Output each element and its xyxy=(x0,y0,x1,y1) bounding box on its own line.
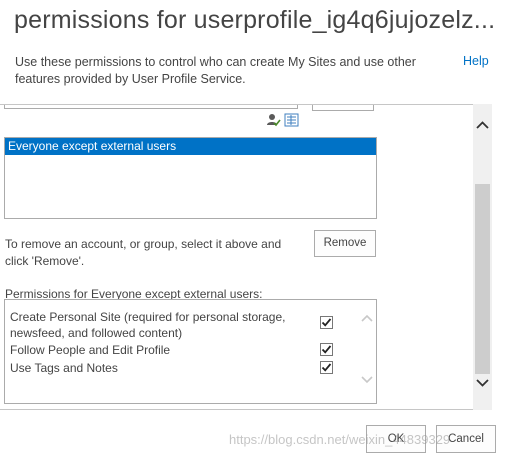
vertical-scrollbar[interactable] xyxy=(473,104,492,410)
permission-use-tags-label: Use Tags and Notes xyxy=(10,361,118,375)
group-item-everyone[interactable]: Everyone except external users xyxy=(5,138,376,155)
permission-follow-people-label: Follow People and Edit Profile xyxy=(10,343,171,357)
check-names-icon[interactable] xyxy=(267,114,281,127)
permission-use-tags-checkbox[interactable] xyxy=(320,361,333,374)
remove-button[interactable]: Remove xyxy=(314,230,376,257)
dialog-description: Use these permissions to control who can… xyxy=(15,55,416,86)
scroll-down-icon[interactable] xyxy=(473,376,492,390)
group-listbox[interactable]: Everyone except external users xyxy=(4,137,377,219)
permissions-list[interactable]: Create Personal Site (required for perso… xyxy=(4,299,377,404)
dialog-title: permissions for userprofile_ig4q6jujozel… xyxy=(14,6,496,34)
ok-button[interactable]: OK xyxy=(366,425,426,453)
permission-create-personal-site-checkbox[interactable] xyxy=(320,316,333,329)
dialog-scroll-area[interactable]: Everyone except external users To remove… xyxy=(0,104,492,410)
people-picker-input[interactable] xyxy=(4,105,298,109)
remove-instruction: To remove an account, or group, select i… xyxy=(5,237,282,268)
scroll-up-icon[interactable] xyxy=(473,118,492,132)
permission-follow-people-checkbox[interactable] xyxy=(320,343,333,356)
cancel-button[interactable]: Cancel xyxy=(436,425,496,453)
chevron-down-icon[interactable] xyxy=(360,375,374,385)
scrollbar-thumb[interactable] xyxy=(475,184,490,374)
add-button[interactable] xyxy=(312,105,374,111)
browse-directory-icon[interactable] xyxy=(284,113,299,127)
people-picker-icons xyxy=(266,113,300,127)
chevron-up-icon[interactable] xyxy=(360,313,374,323)
help-link[interactable]: Help xyxy=(463,54,489,68)
permission-create-personal-site-label: Create Personal Site (required for perso… xyxy=(10,310,286,340)
